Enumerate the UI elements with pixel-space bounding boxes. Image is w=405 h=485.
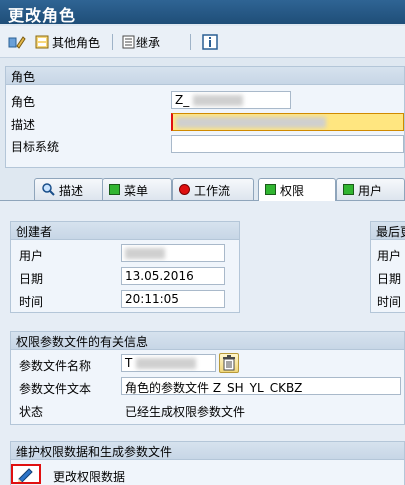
- tab-label: 工作流: [194, 184, 231, 198]
- inherit-button[interactable]: 继承: [122, 32, 160, 52]
- redacted-region: [176, 117, 326, 128]
- profile-name-label: 参数文件名称: [19, 359, 92, 373]
- status-red-icon: [179, 184, 190, 195]
- info-button[interactable]: [202, 32, 218, 52]
- tab-menu[interactable]: 菜单: [102, 178, 172, 200]
- trash-icon: [223, 355, 235, 371]
- target-system-label: 目标系统: [11, 140, 60, 154]
- inherit-label: 继承: [136, 35, 161, 50]
- tab-label: 菜单: [124, 184, 149, 198]
- created-date-label: 日期: [19, 272, 44, 286]
- other-role-label: 其他角色: [52, 35, 101, 50]
- changed-time-label: 时间: [377, 295, 402, 309]
- created-time-label: 时间: [19, 295, 44, 309]
- other-role-button[interactable]: 其他角色: [34, 32, 100, 52]
- maintain-title: 维护权限数据和生成参数文件: [11, 442, 404, 460]
- profile-name-value: T: [125, 356, 133, 370]
- authorizations-content: 创建者 用户 日期 13.05.2016 时间 20:11:05 最后更 用户 …: [0, 200, 405, 485]
- delete-profile-button[interactable]: [219, 353, 239, 373]
- display-change-button[interactable]: [8, 32, 26, 52]
- description-field[interactable]: [171, 113, 404, 131]
- created-by-title: 创建者: [11, 222, 239, 240]
- profile-info-group: 权限参数文件的有关信息 参数文件名称 T 参数文件文本 角色的参数文件 Z_SH…: [10, 331, 405, 425]
- maintain-group: 维护权限数据和生成参数文件 更改权限数据: [10, 441, 405, 485]
- target-system-field[interactable]: [171, 135, 404, 153]
- display-change-icon: [8, 36, 26, 49]
- redacted-region: [136, 358, 197, 369]
- last-changed-title: 最后更: [371, 222, 405, 240]
- tab-authorizations[interactable]: 权限: [258, 178, 336, 201]
- created-time-field: 20:11:05: [121, 290, 225, 308]
- toolbar-separator: [112, 34, 113, 50]
- role-field[interactable]: Z_: [171, 91, 291, 109]
- profile-text-label: 参数文件文本: [19, 382, 92, 396]
- window-title: 更改角色: [0, 0, 405, 25]
- role-label: 角色: [11, 95, 36, 109]
- tab-description[interactable]: 描述: [34, 178, 104, 200]
- role-group: 角色 角色 Z_ 描述 目标系统: [5, 66, 405, 168]
- created-user-field: [121, 244, 225, 262]
- last-changed-group: 最后更 用户 日期 时间: [370, 221, 405, 313]
- created-by-group: 创建者 用户 日期 13.05.2016 时间 20:11:05: [10, 221, 240, 313]
- tab-label: 权限: [280, 184, 305, 198]
- changed-date-label: 日期: [377, 272, 402, 286]
- changed-user-label: 用户: [377, 249, 402, 263]
- status-green-icon: [109, 184, 120, 195]
- tab-label: 描述: [59, 184, 84, 198]
- profile-status-label: 状态: [19, 405, 44, 419]
- profile-name-field: T: [121, 354, 216, 372]
- profile-text-field: 角色的参数文件 Z_SH_YL_CKBZ: [121, 377, 401, 395]
- tab-workflow[interactable]: 工作流: [172, 178, 254, 200]
- toolbar-separator: [190, 34, 191, 50]
- redacted-region: [193, 95, 244, 106]
- role-group-title: 角色: [6, 67, 404, 85]
- other-role-icon: [35, 35, 49, 49]
- created-user-label: 用户: [19, 249, 44, 263]
- redacted-region: [125, 248, 165, 259]
- application-toolbar: 其他角色 继承: [0, 26, 405, 58]
- inherit-icon: [122, 35, 135, 49]
- status-green-icon: [265, 184, 276, 195]
- profile-status-value: 已经生成权限参数文件: [125, 405, 246, 419]
- tabstrip: 描述 菜单 工作流 权限 用户: [0, 178, 405, 201]
- tab-label: 用户: [358, 184, 383, 198]
- role-value: Z_: [175, 93, 190, 107]
- info-icon: [202, 34, 218, 50]
- status-green-icon: [343, 184, 354, 195]
- description-icon: [42, 183, 55, 196]
- created-date-field: 13.05.2016: [121, 267, 225, 285]
- pencil-icon: [18, 468, 33, 483]
- tab-user[interactable]: 用户: [336, 178, 405, 200]
- profile-info-title: 权限参数文件的有关信息: [11, 332, 404, 350]
- change-authorization-label: 更改权限数据: [53, 470, 126, 484]
- change-authorization-button[interactable]: [11, 464, 41, 484]
- description-label: 描述: [11, 118, 36, 132]
